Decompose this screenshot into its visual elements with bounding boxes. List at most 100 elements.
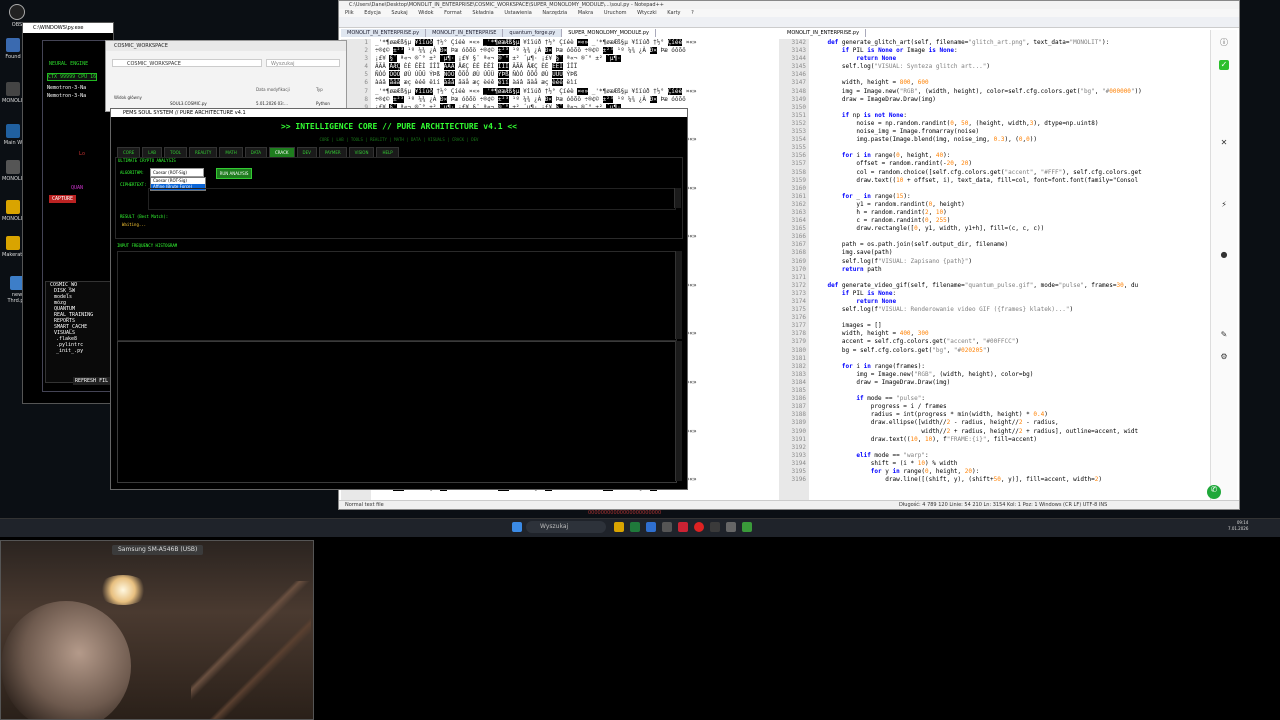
ciphertext-scrollbar[interactable] bbox=[674, 188, 681, 208]
line-number: 3174 bbox=[791, 298, 806, 305]
terminal-icon[interactable] bbox=[710, 522, 720, 532]
run-analysis-button[interactable]: RUN ANALYSIS bbox=[216, 168, 252, 179]
column-date[interactable]: Data modyfikacji bbox=[256, 87, 290, 92]
start-icon[interactable] bbox=[512, 522, 522, 532]
desktop-icon-found[interactable]: Found bbox=[2, 38, 24, 60]
engine-title: NEURAL ENGINE bbox=[49, 61, 89, 67]
clock[interactable]: 09:14 7.01.2026 bbox=[1228, 520, 1248, 532]
column-type[interactable]: Typ bbox=[316, 87, 323, 92]
line-number: 3180 bbox=[791, 346, 806, 354]
chat-icon[interactable]: ● bbox=[1219, 250, 1229, 260]
tab-file-active[interactable]: MONOLIT_IN_ENTERPRISE.py bbox=[781, 29, 867, 37]
code-line: ÂÃÄ ÅÆÇ ÈÉ ÊËÌ ÍÎÏ ÂÃÄ ÅÆÇ ÈÉ ÊËÌ ÍÎÏ ÂÃ… bbox=[375, 63, 578, 71]
capture-button[interactable]: CAPTURE bbox=[49, 195, 77, 203]
gear-icon[interactable]: ⚙ bbox=[1219, 352, 1229, 362]
npp-toolbar bbox=[339, 17, 1239, 28]
line-number: 3163 bbox=[791, 208, 806, 216]
tab-file[interactable]: quantum_forge.py bbox=[503, 29, 563, 37]
histogram-scrollbar[interactable] bbox=[675, 251, 682, 339]
notepadpp-icon[interactable] bbox=[742, 522, 752, 532]
desktop-icon-main-w[interactable]: Main W bbox=[2, 124, 24, 146]
explorer-title: COSMIC_WORKSPACE bbox=[106, 41, 346, 51]
info-icon[interactable]: ⓘ bbox=[1219, 38, 1229, 48]
search-input[interactable]: Wyszukaj bbox=[266, 59, 340, 67]
tab-file[interactable]: MONOLIT_IN_ENTERPRISE.py bbox=[341, 29, 427, 37]
folder-icon[interactable] bbox=[614, 522, 624, 532]
code-line: for _ in range(15): bbox=[841, 192, 911, 200]
camera-device-label: Samsung SM-A546B (USB) bbox=[112, 545, 204, 555]
close-icon[interactable]: ✕ bbox=[1219, 138, 1229, 148]
file-row-name[interactable]: SOUL3.COSMIC.py bbox=[170, 101, 207, 106]
menu-file[interactable]: Plik bbox=[345, 10, 354, 16]
output-scrollbar[interactable] bbox=[675, 341, 682, 481]
line-number-gutter: 3142 3143 3144 3145 3146 3147 3148 3149 3150 3151… bbox=[779, 39, 809, 507]
quantum-label: QUAN bbox=[71, 185, 84, 191]
app-icon[interactable] bbox=[726, 522, 736, 532]
menu-tools[interactable]: Narzędzia bbox=[542, 10, 567, 16]
line-number: 3160 bbox=[791, 184, 806, 192]
line-number: 3192 bbox=[791, 443, 806, 451]
code-line: ÑÒÓ ÔÕÖ ØÙ ÚÛÜ ÝÞß ÑÒÓ ÔÕÖ ØÙ ÚÛÜ ÝÞß ÑÒ… bbox=[375, 71, 578, 79]
app-icon[interactable] bbox=[662, 522, 672, 532]
chrome-icon[interactable] bbox=[694, 522, 704, 532]
tab-file-active[interactable]: SUPER_MONOLOMY_MODULE.py bbox=[562, 29, 656, 37]
code-line: img.paste(Image.blend(img, noise_img, 0.… bbox=[813, 136, 1038, 144]
browser-icon[interactable] bbox=[630, 522, 640, 532]
line-number: 3168 bbox=[791, 249, 806, 257]
tree-item[interactable]: _init_.py bbox=[46, 348, 110, 354]
line-number: 3179 bbox=[791, 338, 806, 346]
menu-language[interactable]: Składnia bbox=[472, 10, 493, 16]
code-line: y1 = random.randint(0, height) bbox=[813, 200, 965, 208]
app-icon bbox=[6, 124, 20, 138]
model-item[interactable]: Nemotron-3-Na bbox=[47, 85, 86, 91]
algorithm-select[interactable]: Caesar (ROT-Sig) bbox=[150, 168, 204, 177]
desktop-icon-label: OBS bbox=[11, 22, 23, 28]
code-line: if np is not None: bbox=[841, 111, 907, 119]
menu-edit[interactable]: Edycja bbox=[364, 10, 381, 16]
menu-macro[interactable]: Makra bbox=[578, 10, 593, 16]
line-number: 3176 bbox=[791, 314, 806, 322]
code-line: draw.ellipse([width//2 - radius, height/… bbox=[813, 419, 1059, 427]
taskbar-search[interactable]: Wyszukaj bbox=[526, 521, 606, 533]
menu-settings[interactable]: Ustawienia bbox=[504, 10, 531, 16]
code-line: for i in range(0, height, 40): bbox=[841, 152, 951, 160]
npp-left-tabs: MONOLIT_IN_ENTERPRISE.py MONOLIT_IN_ENTER… bbox=[341, 29, 656, 37]
bolt-icon[interactable]: ⚡ bbox=[1219, 200, 1229, 210]
line-number: 3147 bbox=[791, 79, 806, 87]
desktop-icon-label: Main W bbox=[3, 140, 23, 146]
menu-window[interactable]: Karty bbox=[667, 10, 680, 16]
sidebar-item-home[interactable]: Widok główny bbox=[114, 95, 142, 100]
desktop-icon-maker[interactable]: Makeratycamody... bbox=[2, 236, 49, 258]
wrench-icon[interactable]: ✎ bbox=[1219, 330, 1229, 340]
histogram-label: INPUT FREQUENCY HISTOGRAM bbox=[117, 243, 178, 248]
menu-run[interactable]: Uruchom bbox=[604, 10, 627, 16]
python-source-code: def generate_glitch_art(self, filename="… bbox=[813, 39, 1237, 484]
desktop-icon-monolit-1[interactable]: MONOLIT bbox=[2, 82, 25, 104]
edge-icon[interactable] bbox=[646, 522, 656, 532]
check-icon[interactable]: ✓ bbox=[1219, 60, 1229, 70]
ciphertext-input[interactable] bbox=[148, 188, 676, 210]
breadcrumb[interactable]: COSMIC_WORKSPACE bbox=[112, 59, 262, 67]
menu-view[interactable]: Widok bbox=[418, 10, 433, 16]
line-number: 3167 bbox=[791, 241, 806, 249]
npp-right-editor[interactable]: 3142 3143 3144 3145 3146 3147 3148 3149 3150 3151… bbox=[779, 39, 1237, 507]
model-item[interactable]: Nemotron-3-Na bbox=[47, 93, 86, 99]
whatsapp-icon[interactable]: ✆ bbox=[1207, 485, 1221, 499]
tab-file[interactable]: MONOLIT_IN_ENTERPRISE bbox=[426, 29, 504, 37]
menu-plugins[interactable]: Wtyczki bbox=[637, 10, 657, 16]
menu-help[interactable]: ? bbox=[691, 10, 694, 16]
menu-format[interactable]: Format bbox=[444, 10, 462, 16]
code-line: for i in range(frames): bbox=[841, 362, 926, 370]
line-number: 3143 bbox=[791, 47, 806, 55]
desktop-icon-monolit-3[interactable]: MONOLIT bbox=[2, 200, 25, 222]
menu-search[interactable]: Szukaj bbox=[391, 10, 407, 16]
app-icon[interactable] bbox=[678, 522, 688, 532]
desktop-icon-monolit-2[interactable]: MONOLIT bbox=[2, 160, 25, 182]
folder-icon bbox=[6, 38, 20, 52]
refresh-button[interactable]: REFRESH FIL bbox=[73, 377, 111, 385]
